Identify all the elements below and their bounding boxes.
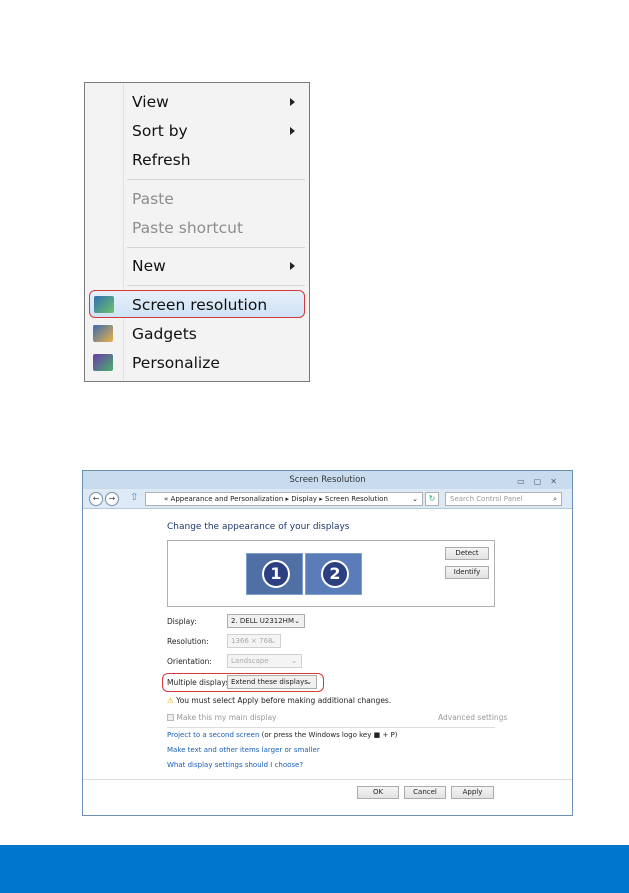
ok-button[interactable]: OK — [357, 786, 399, 799]
menu-item-gadgets[interactable]: Gadgets — [85, 320, 309, 348]
menu-label: View — [132, 93, 169, 111]
page-heading: Change the appearance of your displays — [167, 522, 350, 532]
monitor-2[interactable]: 2 — [305, 553, 362, 595]
breadcrumb-item[interactable]: Display — [291, 495, 317, 503]
chevron-down-icon: ⌄ — [291, 657, 297, 665]
text-size-link[interactable]: Make text and other items larger or smal… — [167, 746, 320, 754]
display-label: Display: — [167, 617, 197, 626]
windows-logo-icon: ■ — [373, 731, 381, 739]
monitor-number: 2 — [321, 560, 349, 588]
menu-item-view[interactable]: View — [85, 88, 309, 116]
window-title: Screen Resolution — [289, 475, 366, 485]
display-settings-help-link[interactable]: What display settings should I choose? — [167, 761, 303, 769]
menu-label: New — [132, 257, 166, 275]
main-display-checkbox: Make this my main display — [167, 713, 276, 722]
title-bar: Screen Resolution ▭▢✕ — [83, 471, 572, 489]
menu-separator — [127, 179, 305, 180]
menu-separator — [127, 285, 305, 286]
personalize-icon — [93, 354, 113, 371]
menu-item-new[interactable]: New — [85, 252, 309, 280]
advanced-settings-link: Advanced settings — [438, 713, 508, 722]
monitor-number: 1 — [262, 560, 290, 588]
menu-item-screen-resolution[interactable]: Screen resolution — [89, 290, 305, 318]
chevron-down-icon[interactable]: ⌄ — [412, 493, 418, 505]
footer-bar — [0, 845, 629, 893]
select-value: 1366 × 768 — [231, 637, 273, 645]
select-value: 2. DELL U2312HM — [231, 617, 294, 625]
divider — [83, 779, 572, 780]
menu-label: Sort by — [132, 122, 188, 140]
back-button[interactable]: ← — [89, 492, 103, 506]
desktop-context-menu: View Sort by Refresh Paste Paste shortcu… — [84, 82, 310, 382]
menu-item-sort-by[interactable]: Sort by — [85, 117, 309, 145]
breadcrumb-item[interactable]: Screen Resolution — [325, 495, 388, 503]
resolution-label: Resolution: — [167, 637, 209, 646]
checkbox-label: Make this my main display — [176, 713, 277, 722]
monitor-icon — [94, 296, 114, 313]
menu-label: Gadgets — [132, 325, 197, 343]
chevron-right-icon — [290, 127, 295, 135]
menu-label: Paste — [132, 190, 174, 208]
warning-text: You must select Apply before making addi… — [176, 696, 392, 705]
breadcrumb-overflow: « — [164, 495, 169, 503]
chevron-right-icon — [290, 98, 295, 106]
link-note-end: + P) — [382, 731, 398, 739]
multiple-displays-label: Multiple displays: — [167, 678, 233, 687]
up-arrow-icon[interactable]: ⇧ — [130, 492, 138, 503]
menu-label: Screen resolution — [132, 296, 268, 314]
breadcrumb-item[interactable]: Appearance and Personalization — [171, 495, 284, 503]
identify-button[interactable]: Identify — [445, 566, 489, 579]
chevron-down-icon: ⌄ — [294, 617, 300, 625]
gadgets-icon — [93, 325, 113, 342]
menu-label: Refresh — [132, 151, 191, 169]
resolution-select: 1366 × 768 ⌄ — [227, 634, 281, 648]
menu-label: Personalize — [132, 354, 220, 372]
checkbox — [167, 714, 174, 721]
menu-label: Paste shortcut — [132, 219, 244, 237]
project-second-screen-link[interactable]: Project to a second screen — [167, 731, 259, 739]
search-placeholder: Search Control Panel — [450, 495, 523, 503]
monitor-1[interactable]: 1 — [246, 553, 303, 595]
orientation-label: Orientation: — [167, 657, 212, 666]
select-value: Landscape — [231, 657, 269, 665]
orientation-select: Landscape ⌄ — [227, 654, 302, 668]
breadcrumb[interactable]: « Appearance and Personalization ▸ Displ… — [145, 492, 423, 506]
refresh-button[interactable]: ↻ — [425, 492, 439, 506]
display-arrangement: 1 2 Detect Identify — [167, 540, 495, 607]
multiple-displays-select[interactable]: Extend these displays ⌄ — [227, 675, 317, 689]
select-value: Extend these displays — [231, 678, 308, 686]
display-select[interactable]: 2. DELL U2312HM ⌄ — [227, 614, 305, 628]
cancel-button[interactable]: Cancel — [404, 786, 446, 799]
screen-resolution-window: Screen Resolution ▭▢✕ ← → ⇧ « Appearance… — [82, 470, 573, 816]
detect-button[interactable]: Detect — [445, 547, 489, 560]
menu-item-paste-shortcut: Paste shortcut — [85, 214, 309, 242]
divider — [167, 727, 495, 728]
warning-message: ⚠ You must select Apply before making ad… — [167, 696, 391, 705]
menu-item-refresh[interactable]: Refresh — [85, 146, 309, 174]
menu-separator — [127, 247, 305, 248]
menu-item-paste: Paste — [85, 185, 309, 213]
warning-icon: ⚠ — [167, 696, 174, 705]
link-note: (or press the Windows logo key — [261, 731, 372, 739]
address-bar: ← → ⇧ « Appearance and Personalization ▸… — [83, 489, 572, 509]
chevron-down-icon: ⌄ — [306, 678, 312, 686]
search-icon[interactable]: ⌕ — [553, 493, 557, 505]
chevron-right-icon — [290, 262, 295, 270]
chevron-down-icon: ⌄ — [270, 637, 276, 645]
apply-button[interactable]: Apply — [451, 786, 494, 799]
menu-item-personalize[interactable]: Personalize — [85, 349, 309, 377]
forward-button[interactable]: → — [105, 492, 119, 506]
search-input[interactable]: Search Control Panel ⌕ — [445, 492, 562, 506]
